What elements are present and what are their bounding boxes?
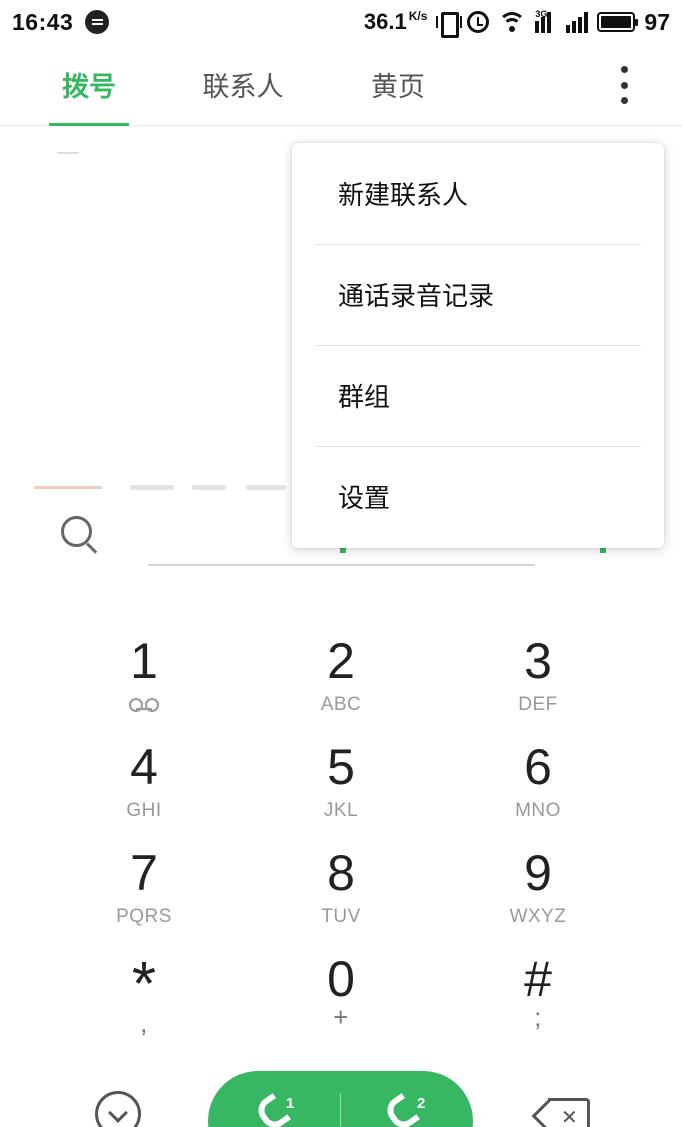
- key-digit: 5: [327, 739, 355, 795]
- more-vertical-icon[interactable]: [612, 62, 636, 108]
- voicemail-icon: [129, 698, 159, 712]
- key-digit: 1: [130, 633, 158, 689]
- sim2-label: 2: [417, 1095, 426, 1112]
- phone-icon: [381, 1093, 421, 1127]
- key-9[interactable]: 9 WXYZ: [440, 832, 636, 938]
- network-speed: 36.1 K/s: [364, 9, 428, 35]
- chevron-down-circle-icon[interactable]: [95, 1091, 141, 1127]
- tab-dial[interactable]: 拨号: [49, 44, 129, 126]
- vibrate-icon: [436, 11, 463, 38]
- status-bar: 16:43 36.1 K/s 3G 97: [0, 0, 682, 44]
- dual-sim-call-button: 1 2: [208, 1071, 473, 1127]
- key-2[interactable]: 2 ABC: [243, 620, 439, 726]
- key-4[interactable]: 4 GHI: [46, 726, 242, 832]
- key-0[interactable]: 0 +: [243, 938, 439, 1044]
- phone-icon: [252, 1093, 292, 1127]
- key-digit: 4: [130, 739, 158, 795]
- wifi-icon: [498, 11, 527, 33]
- menu-item-label: 通话录音记录: [338, 282, 495, 312]
- backspace-icon[interactable]: ✕: [531, 1097, 590, 1127]
- battery-fill: [601, 16, 631, 28]
- key-letters: PQRS: [116, 906, 172, 927]
- menu-item-call-recordings[interactable]: 通话录音记录: [292, 244, 664, 345]
- key-7[interactable]: 7 PQRS: [46, 832, 242, 938]
- key-1[interactable]: 1: [46, 620, 242, 726]
- battery-percent: 97: [644, 8, 670, 35]
- call-sim2-button[interactable]: 2: [341, 1071, 473, 1127]
- key-digit: 9: [524, 845, 552, 901]
- signal-3g-icon: 3G: [535, 9, 557, 33]
- message-notification-icon: [85, 10, 110, 34]
- call-log-divider: [57, 152, 79, 154]
- tab-contacts-label: 联系人: [202, 72, 284, 103]
- key-3[interactable]: 3 DEF: [440, 620, 636, 726]
- key-letters: JKL: [323, 800, 359, 821]
- dial-action-bar: 1 2 ✕: [0, 1060, 682, 1127]
- key-digit: *: [131, 950, 157, 1019]
- signal-tag: 3G: [535, 9, 548, 19]
- menu-item-settings[interactable]: 设置: [292, 446, 664, 547]
- key-digit: 3: [524, 633, 552, 689]
- key-letters: WXYZ: [509, 906, 567, 927]
- key-letters: TUV: [321, 906, 361, 927]
- key-digit: 0: [327, 951, 355, 1007]
- key-letters: +: [333, 1002, 349, 1032]
- menu-item-new-contact[interactable]: 新建联系人: [292, 143, 664, 244]
- key-digit: 7: [130, 845, 158, 901]
- key-6[interactable]: 6 MNO: [440, 726, 636, 832]
- key-digit: 6: [524, 739, 552, 795]
- dialer-screen: 16:43 36.1 K/s 3G 97 拨号 联系人 黄页 1 2 ABC 3…: [0, 0, 682, 1127]
- key-letters: DEF: [518, 694, 558, 715]
- sim1-label: 1: [286, 1095, 295, 1112]
- overflow-menu: 新建联系人 通话录音记录 群组 设置: [292, 143, 664, 548]
- network-speed-unit: K/s: [408, 9, 428, 23]
- key-letters: MNO: [515, 800, 561, 821]
- call-sim1-button[interactable]: 1: [208, 1071, 340, 1127]
- menu-item-groups[interactable]: 群组: [292, 345, 664, 446]
- menu-item-label: 群组: [338, 383, 391, 413]
- signal-icon: [566, 11, 589, 33]
- key-letters: ABC: [320, 694, 362, 715]
- key-digit: 2: [327, 633, 355, 689]
- key-letters: GHI: [126, 800, 162, 821]
- key-letters: ;: [534, 1002, 542, 1032]
- tab-yellow-pages-label: 黄页: [371, 72, 425, 103]
- tab-contacts[interactable]: 联系人: [196, 44, 290, 125]
- status-time: 16:43: [12, 8, 74, 35]
- search-icon[interactable]: [61, 516, 101, 556]
- key-5[interactable]: 5 JKL: [243, 726, 439, 832]
- menu-item-label: 新建联系人: [338, 181, 469, 211]
- key-digit: #: [524, 951, 552, 1007]
- key-8[interactable]: 8 TUV: [243, 832, 439, 938]
- alarm-icon: [467, 11, 490, 33]
- key-letters: ,: [140, 1008, 148, 1038]
- battery-icon: [597, 12, 639, 32]
- key-hash[interactable]: # ;: [440, 938, 636, 1044]
- key-star[interactable]: * ,: [46, 938, 242, 1044]
- key-digit: 8: [327, 845, 355, 901]
- tab-yellow-pages[interactable]: 黄页: [360, 44, 436, 125]
- menu-item-label: 设置: [338, 484, 391, 514]
- tab-dial-label: 拨号: [62, 72, 116, 103]
- status-indicators: 36.1 K/s 3G 97: [364, 8, 670, 38]
- tab-bar: 拨号 联系人 黄页: [0, 44, 682, 126]
- network-speed-value: 36.1: [363, 9, 407, 34]
